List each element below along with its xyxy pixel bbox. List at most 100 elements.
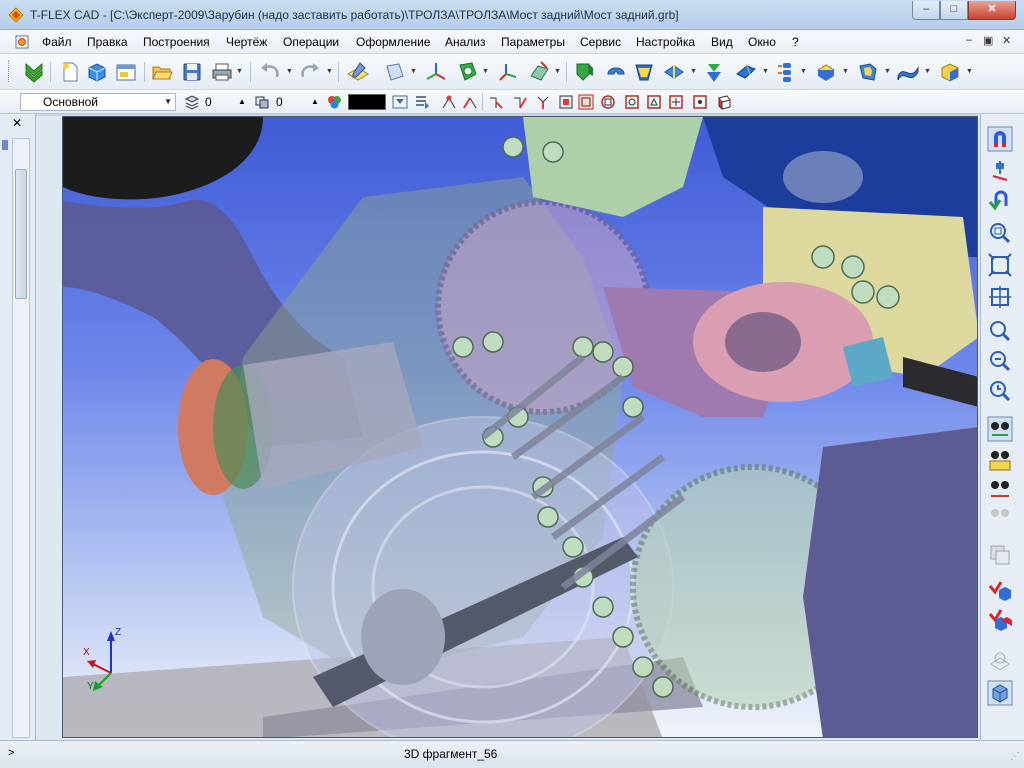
level-spinner-icon[interactable]: ▲ (238, 93, 246, 111)
shell-dropdown-icon[interactable]: ▼ (884, 68, 891, 75)
mdi-close-button[interactable]: ✕ (1002, 34, 1011, 47)
scale-view-icon[interactable] (987, 448, 1013, 474)
close-panel-icon[interactable]: ✕ (12, 116, 22, 130)
sweep-dropdown-icon[interactable]: ▼ (690, 68, 697, 75)
save-icon[interactable] (180, 60, 204, 84)
solid-icon[interactable] (938, 60, 962, 84)
fillet-dropdown-icon[interactable]: ▼ (762, 68, 769, 75)
array-icon[interactable] (774, 60, 798, 84)
check-solid-icon[interactable] (987, 576, 1013, 602)
menu-construction[interactable]: Построения (143, 35, 210, 49)
zoom-out-icon[interactable] (987, 348, 1013, 374)
select-vertex-icon[interactable] (441, 94, 457, 110)
select-component-icon[interactable] (692, 94, 708, 110)
3d-path-dropdown-icon[interactable]: ▼ (554, 68, 561, 75)
menu-service[interactable]: Сервис (580, 35, 621, 49)
3d-view-cube-icon[interactable] (987, 680, 1013, 706)
check-assembly-icon[interactable] (987, 606, 1013, 632)
select-sheet-icon[interactable] (668, 94, 684, 110)
priority-value[interactable]: 0 (276, 93, 283, 111)
tflex-app-icon[interactable] (8, 7, 24, 23)
menu-settings[interactable]: Настройка (636, 35, 695, 49)
mdi-restore-button[interactable]: ▣ (983, 34, 993, 47)
confirm-icon[interactable] (22, 60, 46, 84)
3d-path-icon[interactable] (528, 60, 552, 84)
menu-help[interactable]: ? (792, 35, 799, 49)
select-operation-icon[interactable] (558, 94, 574, 110)
panel-tab[interactable] (2, 140, 8, 150)
select-loop-body-icon[interactable] (578, 94, 594, 110)
extrusion-icon[interactable] (572, 60, 596, 84)
priority-spinner-icon[interactable]: ▲ (311, 93, 319, 111)
view-hidden-icon[interactable] (987, 502, 1013, 528)
undo-icon[interactable] (258, 60, 282, 84)
select-face-icon[interactable] (512, 94, 528, 110)
select-edge-icon[interactable] (462, 94, 478, 110)
3d-viewport[interactable]: Z X Y (62, 116, 978, 738)
select-body-icon[interactable] (535, 94, 551, 110)
level-value[interactable]: 0 (205, 93, 212, 111)
view-direction-icon[interactable] (987, 476, 1013, 502)
minimize-button[interactable]: – (912, 1, 940, 20)
solid-dropdown-icon[interactable]: ▼ (966, 68, 973, 75)
resize-grip-icon[interactable]: ⋰ (1010, 751, 1020, 762)
undo-dropdown-icon[interactable]: ▼ (286, 68, 293, 75)
menu-edit[interactable]: Правка (87, 35, 128, 49)
workplane-icon[interactable] (346, 60, 370, 84)
select-all-icon[interactable] (716, 94, 732, 110)
snap-magnet-icon[interactable] (987, 126, 1013, 152)
zoom-window-icon[interactable] (987, 220, 1013, 246)
document-icon[interactable] (14, 34, 30, 50)
open-folder-icon[interactable] (150, 60, 174, 84)
snap-check-icon[interactable] (987, 188, 1013, 214)
thin-body-dropdown-icon[interactable]: ▼ (842, 68, 849, 75)
close-button[interactable]: ✕ (968, 1, 1016, 20)
redo-dropdown-icon[interactable]: ▼ (326, 68, 333, 75)
mdi-minimize-button[interactable]: – (966, 34, 972, 46)
menu-view[interactable]: Вид (711, 35, 733, 49)
menu-parameters[interactable]: Параметры (501, 35, 565, 49)
select-fragment-icon[interactable] (624, 94, 640, 110)
scroll-thumb[interactable] (15, 169, 27, 299)
chevron-down-icon[interactable]: ▼ (164, 94, 172, 110)
rotation-icon[interactable] (604, 60, 628, 84)
sweep-icon[interactable] (662, 60, 686, 84)
copy-layout-icon[interactable] (987, 542, 1013, 568)
3d-node-icon[interactable] (383, 60, 407, 84)
new-3d-model-icon[interactable] (85, 60, 109, 84)
boolean-icon[interactable] (702, 60, 726, 84)
selector-list-icon[interactable] (414, 94, 430, 110)
color-palette-icon[interactable] (326, 94, 342, 110)
color-swatch[interactable] (348, 94, 386, 110)
menu-analysis[interactable]: Анализ (445, 35, 486, 49)
print-dropdown-icon[interactable]: ▼ (236, 68, 243, 75)
menu-design[interactable]: Оформление (356, 35, 430, 49)
select-loop-icon[interactable] (488, 94, 504, 110)
shell-icon[interactable] (856, 60, 880, 84)
menu-window[interactable]: Окно (748, 35, 776, 49)
zoom-previous-icon[interactable] (987, 378, 1013, 404)
toolbar-grip[interactable] (8, 60, 11, 82)
thin-body-icon[interactable] (814, 60, 838, 84)
surface-dropdown-icon[interactable]: ▼ (924, 68, 931, 75)
array-dropdown-icon[interactable]: ▼ (800, 68, 807, 75)
loft-icon[interactable] (632, 60, 656, 84)
zoom-fit-icon[interactable] (987, 284, 1013, 310)
3d-profile-icon[interactable] (456, 60, 480, 84)
new-document-icon[interactable] (58, 60, 82, 84)
select-assembly-icon[interactable] (600, 94, 616, 110)
fillet-icon[interactable] (734, 60, 758, 84)
zoom-extents-icon[interactable] (987, 252, 1013, 278)
menu-operations[interactable]: Операции (283, 35, 339, 49)
view-glasses-icon[interactable] (987, 416, 1013, 442)
new-drawing-icon[interactable] (114, 60, 138, 84)
section-plane-icon[interactable] (987, 646, 1013, 672)
panel-scrollbar[interactable] (12, 138, 30, 738)
3d-node-dropdown-icon[interactable]: ▼ (410, 68, 417, 75)
maximize-button[interactable]: □ (940, 1, 968, 20)
select-solid-icon[interactable] (646, 94, 662, 110)
menu-drawing[interactable]: Чертёж (226, 35, 267, 49)
lcs-icon[interactable] (496, 60, 520, 84)
redo-icon[interactable] (298, 60, 322, 84)
menu-file[interactable]: Файл (42, 35, 72, 49)
